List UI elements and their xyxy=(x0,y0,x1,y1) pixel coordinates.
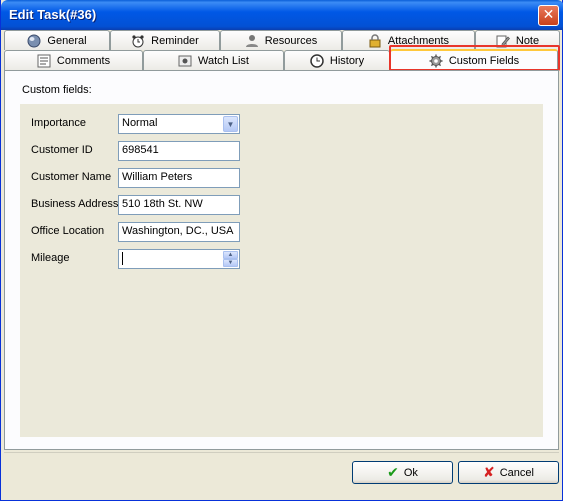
tab-custom-fields[interactable]: Custom Fields xyxy=(390,49,558,70)
tab-row-top: General Reminder Resources Attachments N… xyxy=(1,30,563,50)
comments-icon xyxy=(37,54,51,67)
alarm-clock-icon xyxy=(132,34,144,47)
customer-id-label: Customer ID xyxy=(31,144,93,156)
customer-name-value: William Peters xyxy=(122,171,193,183)
mileage-spinner[interactable]: ▲ ▼ xyxy=(118,249,240,269)
custom-fields-panel: Custom fields: Importance Normal ▼ Custo… xyxy=(4,70,559,450)
office-location-label: Office Location xyxy=(31,225,105,237)
footer-divider xyxy=(4,452,559,453)
tab-general[interactable]: General xyxy=(4,30,110,50)
tab-watch-list[interactable]: Watch List xyxy=(143,50,284,70)
gear-icon xyxy=(429,54,443,67)
tab-resources[interactable]: Resources xyxy=(220,30,342,50)
edit-task-window: Edit Task(#36) ✕ General Reminder Resour… xyxy=(0,0,563,501)
tab-row-bottom: Comments Watch List History Custom Field… xyxy=(1,49,563,70)
cancel-label: Cancel xyxy=(499,466,534,479)
business-address-label: Business Address xyxy=(31,198,119,210)
tab-label: History xyxy=(329,54,365,67)
window-title: Edit Task(#36) xyxy=(9,7,97,22)
mileage-label: Mileage xyxy=(31,252,70,264)
business-address-field[interactable]: 510 18th St. NW xyxy=(118,195,240,215)
tab-label: Note xyxy=(515,34,540,47)
tab-comments[interactable]: Comments xyxy=(4,50,143,70)
customer-name-field[interactable]: William Peters xyxy=(118,168,240,188)
business-address-value: 510 18th St. NW xyxy=(122,198,203,210)
lock-icon xyxy=(369,33,381,47)
importance-label: Importance xyxy=(31,117,87,129)
importance-dropdown[interactable]: Normal ▼ xyxy=(118,114,240,134)
chevron-down-icon[interactable]: ▼ xyxy=(223,116,238,132)
tab-label: Attachments xyxy=(387,34,450,47)
tab-label: Resources xyxy=(264,34,318,47)
tab-label: Watch List xyxy=(198,54,249,67)
office-location-field[interactable]: Washington, DC., USA xyxy=(118,222,240,242)
cancel-x-icon: ✘ xyxy=(483,464,495,480)
tab-label: Comments xyxy=(56,54,111,67)
customer-id-field[interactable]: 698541 xyxy=(118,141,240,161)
close-button[interactable]: ✕ xyxy=(538,5,559,26)
tab-label: Reminder xyxy=(151,34,199,47)
ok-button[interactable]: ✔ Ok xyxy=(352,461,453,484)
customer-name-label: Customer Name xyxy=(31,171,112,183)
tab-reminder[interactable]: Reminder xyxy=(110,30,220,50)
clock-icon xyxy=(310,53,324,68)
custom-fields-heading: Custom fields: xyxy=(22,84,92,96)
globe-icon xyxy=(27,34,41,47)
user-icon xyxy=(245,34,258,47)
close-icon: ✕ xyxy=(542,7,555,23)
pencil-icon xyxy=(496,35,510,47)
tab-label: General xyxy=(47,34,87,47)
watchlist-icon xyxy=(178,55,192,66)
ok-label: Ok xyxy=(403,466,418,479)
tab-history[interactable]: History xyxy=(284,50,390,70)
spin-down-icon[interactable]: ▼ xyxy=(223,259,238,267)
title-bar[interactable]: Edit Task(#36) ✕ xyxy=(1,0,563,30)
text-cursor xyxy=(122,252,123,265)
office-location-value: Washington, DC., USA xyxy=(122,225,234,237)
importance-value: Normal xyxy=(122,117,158,129)
spin-up-icon[interactable]: ▲ xyxy=(223,251,238,259)
tab-attachments[interactable]: Attachments xyxy=(342,30,475,50)
tab-label: Custom Fields xyxy=(448,54,520,67)
fields-area: Importance Normal ▼ Customer ID 698541 C… xyxy=(20,104,543,437)
cancel-button[interactable]: ✘ Cancel xyxy=(458,461,559,484)
tab-note[interactable]: Note xyxy=(475,30,560,50)
checkmark-icon: ✔ xyxy=(387,464,399,480)
customer-id-value: 698541 xyxy=(122,144,159,156)
